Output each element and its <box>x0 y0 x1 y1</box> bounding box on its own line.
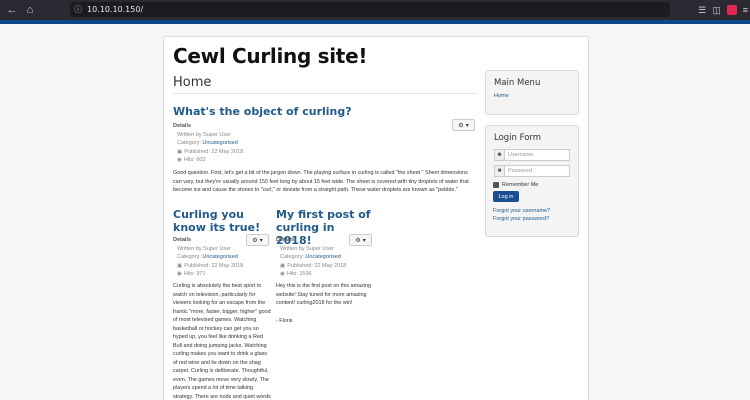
gear-icon: ⚙ <box>252 237 258 244</box>
eye-icon: ◉ <box>280 271 285 278</box>
article-info: Details Written by Super User Category: … <box>173 122 243 165</box>
menu-icon[interactable]: ≡ <box>743 0 748 20</box>
details-label: Details <box>173 123 192 129</box>
published-date: Published: 22 May 2018 <box>184 148 244 155</box>
category-link[interactable]: Uncategorised <box>202 254 237 260</box>
hits-count: Hits: 603 <box>183 157 206 164</box>
page-title: Home <box>173 75 212 90</box>
article-title[interactable]: What's the object of curling? <box>173 105 413 118</box>
article-info: Details Written by Super User Category: … <box>276 236 346 279</box>
article-options-button[interactable]: ⚙ ▾ <box>452 119 475 131</box>
article-options-button[interactable]: ⚙ ▾ <box>246 234 269 246</box>
main-menu-module: Main Menu Home <box>485 70 579 115</box>
module-title: Login Form <box>494 133 542 143</box>
article-signoff: - Floris <box>276 318 293 324</box>
calendar-icon: ▣ <box>177 262 183 269</box>
article-title[interactable]: Curling you know its true! <box>173 208 268 234</box>
article-body: Curling is absolutely the best sport to … <box>173 283 271 400</box>
article-options-button[interactable]: ⚙ ▾ <box>349 234 372 246</box>
user-icon: ☻ <box>494 149 504 161</box>
username-group: ☻ <box>494 149 570 161</box>
article-info: Details Written by Super User Category: … <box>173 236 243 279</box>
module-title: Main Menu <box>494 78 541 88</box>
lock-icon: ■ <box>494 165 504 177</box>
remember-me-checkbox[interactable] <box>493 182 499 188</box>
login-button[interactable]: Log in <box>493 191 519 202</box>
forgot-username-link[interactable]: Forgot your username? <box>493 208 550 214</box>
extension-icon[interactable] <box>726 5 737 15</box>
article-body: Good question. First, let's get a bit of… <box>173 170 469 193</box>
back-icon[interactable]: ← <box>6 0 18 20</box>
address-bar[interactable]: ⓘ 10.10.10.150/ <box>70 2 670 17</box>
published-date: Published: 22 May 2018 <box>184 262 244 269</box>
eye-icon: ◉ <box>177 271 182 278</box>
category-label: Category: <box>177 140 203 147</box>
eye-icon: ◉ <box>177 157 182 164</box>
password-input[interactable] <box>504 165 570 177</box>
details-label: Details <box>276 237 295 243</box>
divider <box>173 93 478 94</box>
category-link[interactable]: Uncategorised <box>202 140 237 146</box>
author: Written by Super User <box>280 245 335 252</box>
category-label: Category: <box>177 254 203 261</box>
caret-down-icon: ▾ <box>465 122 469 129</box>
published-date: Published: 22 May 2018 <box>287 262 347 269</box>
url-text[interactable]: 10.10.10.150/ <box>87 5 143 14</box>
category-label: Category: <box>280 254 306 261</box>
caret-down-icon: ▾ <box>362 237 366 244</box>
forgot-password-link[interactable]: Forgot your password? <box>493 216 549 222</box>
remember-me-row[interactable]: Remember Me <box>493 182 538 188</box>
hits-count: Hits: 971 <box>183 271 206 278</box>
details-label: Details <box>173 237 192 243</box>
article-body: Hey this is the first post on this amazi… <box>276 283 371 306</box>
gear-icon: ⚙ <box>458 122 464 129</box>
password-group: ■ <box>494 165 570 177</box>
hits-count: Hits: 1596 <box>286 271 312 278</box>
home-icon[interactable]: ⌂ <box>24 0 36 20</box>
menu-item-home[interactable]: Home <box>494 93 509 99</box>
sidebar-icon[interactable]: ◫ <box>712 0 721 20</box>
library-icon[interactable]: ☰ <box>698 0 706 20</box>
gear-icon: ⚙ <box>355 237 361 244</box>
page-info-icon[interactable]: ⓘ <box>74 4 84 15</box>
calendar-icon: ▣ <box>177 148 183 155</box>
site-title[interactable]: Cewl Curling site! <box>173 44 367 68</box>
author: Written by Super User <box>177 131 232 138</box>
calendar-icon: ▣ <box>280 262 286 269</box>
header-accent-bar <box>0 20 750 24</box>
remember-me-label: Remember Me <box>502 182 539 188</box>
author: Written by Super User <box>177 245 232 252</box>
category-link[interactable]: Uncategorised <box>305 254 340 260</box>
username-input[interactable] <box>504 149 570 161</box>
browser-toolbar: ← ⌂ ⓘ 10.10.10.150/ ☰ ◫ ≡ <box>0 0 750 20</box>
caret-down-icon: ▾ <box>259 237 263 244</box>
